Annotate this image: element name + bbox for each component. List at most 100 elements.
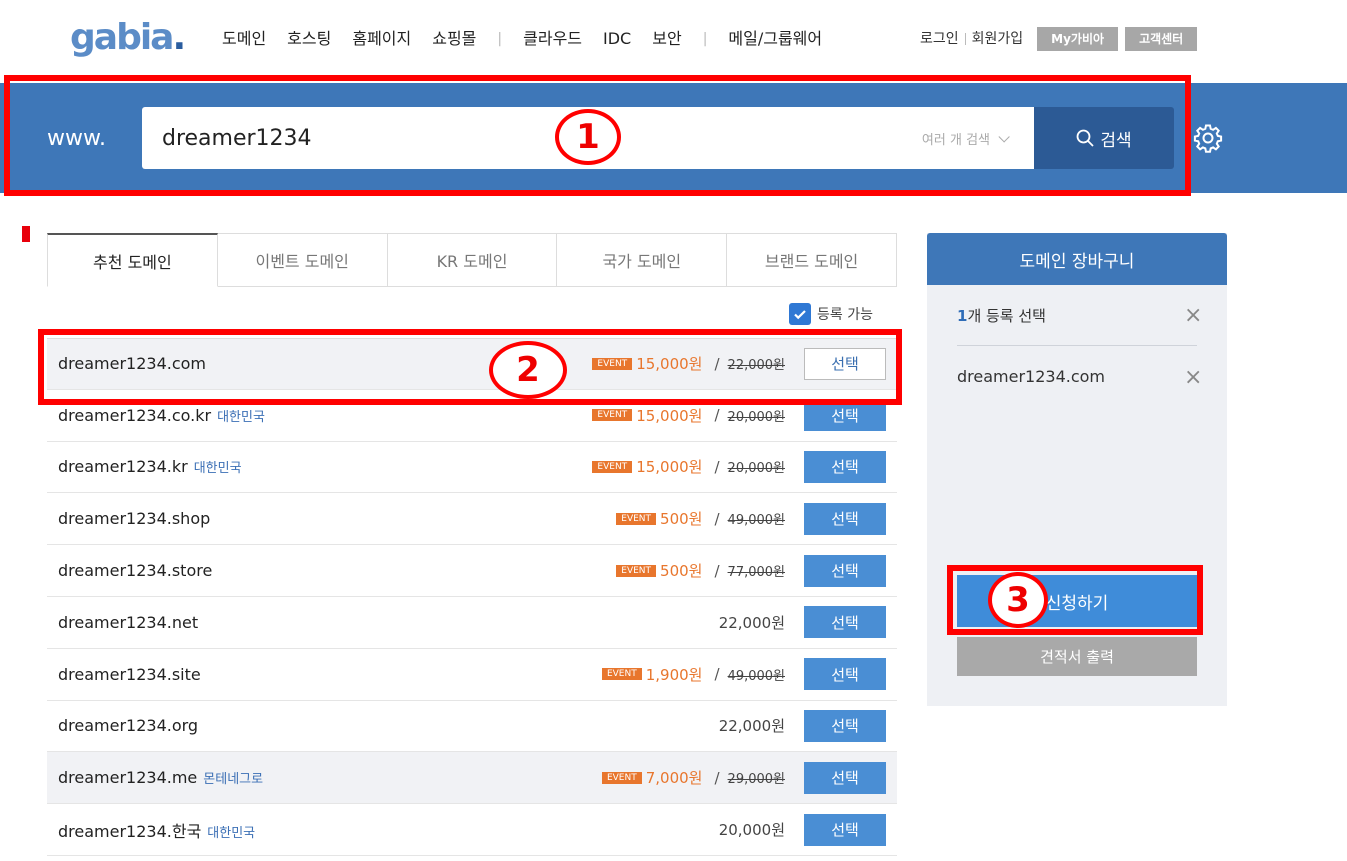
select-button[interactable]: 선택	[804, 554, 886, 587]
domain-name: dreamer1234.site	[58, 664, 201, 684]
search-button[interactable]: 검색	[1034, 107, 1174, 169]
select-button[interactable]: 선택	[804, 761, 886, 794]
domain-name: dreamer1234.com	[58, 354, 207, 374]
available-checkbox[interactable]	[789, 303, 811, 325]
domain-row: dreamer1234.me 몬테네그로 EVENT 7,000원 / 29,00…	[47, 752, 897, 805]
domain-cart: 도메인 장바구니 1개 등록 선택 × dreamer1234.com × 신청…	[927, 233, 1227, 706]
select-button[interactable]: 선택	[804, 658, 886, 691]
sale-price: 500원	[660, 562, 703, 581]
domain-name: dreamer1234.net	[58, 612, 199, 632]
sale-price: 500원	[660, 510, 703, 529]
cart-item: dreamer1234.com	[957, 367, 1106, 386]
tab-event[interactable]: 이벤트 도메인	[217, 233, 388, 287]
sale-price: 15,000원	[636, 355, 703, 374]
available-label: 등록 가능	[817, 307, 873, 323]
gear-icon[interactable]	[1193, 123, 1223, 153]
sale-price: 15,000원	[636, 406, 703, 425]
domain-row: dreamer1234.net 22,000원 선택	[47, 597, 897, 649]
domain-country: 대한민국	[217, 409, 265, 425]
select-button[interactable]: 선택	[804, 502, 886, 535]
event-badge: EVENT	[616, 512, 657, 525]
menu-hosting[interactable]: 호스팅	[287, 28, 331, 50]
domain-search-input[interactable]	[162, 122, 862, 154]
www-prefix: www.	[47, 126, 106, 151]
tab-kr[interactable]: KR 도메인	[387, 233, 558, 287]
select-button[interactable]: 선택	[804, 606, 886, 639]
utility-links: 로그인 회원가입 My가비아 고객센터	[920, 27, 1198, 51]
domain-price: EVENT 15,000원 / 20,000원	[592, 405, 785, 426]
regular-price: 20,000원	[718, 821, 785, 840]
original-price: 20,000원	[727, 461, 785, 477]
clear-cart-close-icon[interactable]: ×	[1184, 305, 1202, 327]
domain-row: dreamer1234.store EVENT 500원 / 77,000원 선…	[47, 545, 897, 597]
available-filter[interactable]: 등록 가능	[789, 303, 873, 325]
cart-title: 도메인 장바구니	[927, 233, 1227, 285]
domain-row: dreamer1234.kr 대한민국 EVENT 15,000원 / 20,00…	[47, 442, 897, 494]
domain-row: dreamer1234.com EVENT 15,000원 / 22,000원 …	[47, 338, 897, 390]
search-icon	[1076, 129, 1094, 147]
multi-search-dropdown[interactable]: 여러 개 검색	[921, 129, 1010, 148]
domain-category-tabs: 추천 도메인 이벤트 도메인 KR 도메인 국가 도메인 브랜드 도메인	[47, 233, 897, 287]
menu-domain[interactable]: 도메인	[222, 28, 266, 50]
select-button[interactable]: 선택	[804, 709, 886, 742]
check-icon	[794, 310, 806, 320]
menu-divider: |	[702, 31, 708, 47]
signup-link[interactable]: 회원가입	[972, 28, 1024, 50]
cart-count: 1개 등록 선택	[957, 307, 1046, 325]
select-button[interactable]: 선택	[804, 399, 886, 432]
domain-price: EVENT 7,000원 / 29,000원	[601, 767, 785, 788]
tab-recommended[interactable]: 추천 도메인	[47, 233, 218, 287]
domain-name: dreamer1234.shop	[58, 509, 211, 529]
domain-country: 몬테네그로	[203, 772, 264, 788]
mygabia-button[interactable]: My가비아	[1037, 27, 1119, 51]
domain-price: 22,000원	[719, 612, 785, 633]
domain-row: dreamer1234.shop EVENT 500원 / 49,000원 선택	[47, 493, 897, 546]
domain-price: 22,000원	[719, 715, 785, 736]
gabia-logo[interactable]: gabia.	[70, 18, 186, 58]
menu-homepage[interactable]: 홈페이지	[352, 28, 411, 50]
domain-result-list: dreamer1234.com EVENT 15,000원 / 22,000원 …	[47, 338, 897, 856]
domain-name: dreamer1234.org	[58, 716, 199, 736]
select-button[interactable]: 선택	[804, 347, 886, 380]
sale-price: 7,000원	[645, 769, 703, 788]
original-price: 49,000원	[727, 513, 785, 529]
menu-mail-groupware[interactable]: 메일/그룹웨어	[728, 28, 822, 50]
original-price: 22,000원	[727, 358, 785, 374]
multi-search-label: 여러 개 검색	[921, 133, 990, 148]
select-button[interactable]: 선택	[804, 450, 886, 483]
regular-price: 22,000원	[718, 613, 785, 632]
domain-name: dreamer1234.me 몬테네그로	[58, 768, 264, 788]
menu-security[interactable]: 보안	[652, 28, 681, 50]
domain-search-band: www. 여러 개 검색 검색	[0, 83, 1347, 193]
menu-shopping[interactable]: 쇼핑몰	[432, 28, 476, 50]
cart-divider	[957, 345, 1197, 346]
apply-button[interactable]: 신청하기	[957, 575, 1197, 627]
domain-price: EVENT 15,000원 / 22,000원	[592, 353, 785, 374]
tab-country[interactable]: 국가 도메인	[557, 233, 728, 287]
domain-price: EVENT 500원 / 77,000원	[616, 560, 785, 581]
select-button[interactable]: 선택	[804, 813, 886, 846]
domain-name: dreamer1234.co.kr 대한민국	[58, 405, 265, 425]
domain-name: dreamer1234.한국 대한민국	[58, 821, 256, 841]
chevron-down-icon	[998, 130, 1010, 143]
event-badge: EVENT	[592, 357, 633, 370]
domain-price: EVENT 500원 / 49,000원	[616, 508, 785, 529]
support-center-button[interactable]: 고객센터	[1125, 27, 1198, 51]
original-price: 29,000원	[727, 772, 785, 788]
event-badge: EVENT	[601, 771, 642, 784]
menu-cloud[interactable]: 클라우드	[523, 28, 582, 50]
search-button-label: 검색	[1100, 130, 1132, 151]
print-estimate-button[interactable]: 견적서 출력	[957, 637, 1197, 676]
section-marker	[22, 226, 30, 242]
menu-divider: |	[497, 31, 503, 47]
menu-idc[interactable]: IDC	[603, 28, 631, 50]
login-link[interactable]: 로그인	[920, 28, 959, 50]
event-badge: EVENT	[616, 564, 657, 577]
original-price: 49,000원	[727, 668, 785, 684]
tab-brand[interactable]: 브랜드 도메인	[727, 233, 897, 287]
top-navigation: gabia. 도메인 호스팅 홈페이지 쇼핑몰 | 클라우드 IDC 보안 | …	[0, 0, 1347, 82]
domain-country: 대한민국	[193, 461, 242, 477]
domain-price: EVENT 15,000원 / 20,000원	[592, 456, 785, 477]
remove-item-close-icon[interactable]: ×	[1184, 367, 1202, 389]
domain-row: dreamer1234.co.kr 대한민국 EVENT 15,000원 / 20…	[47, 390, 897, 442]
